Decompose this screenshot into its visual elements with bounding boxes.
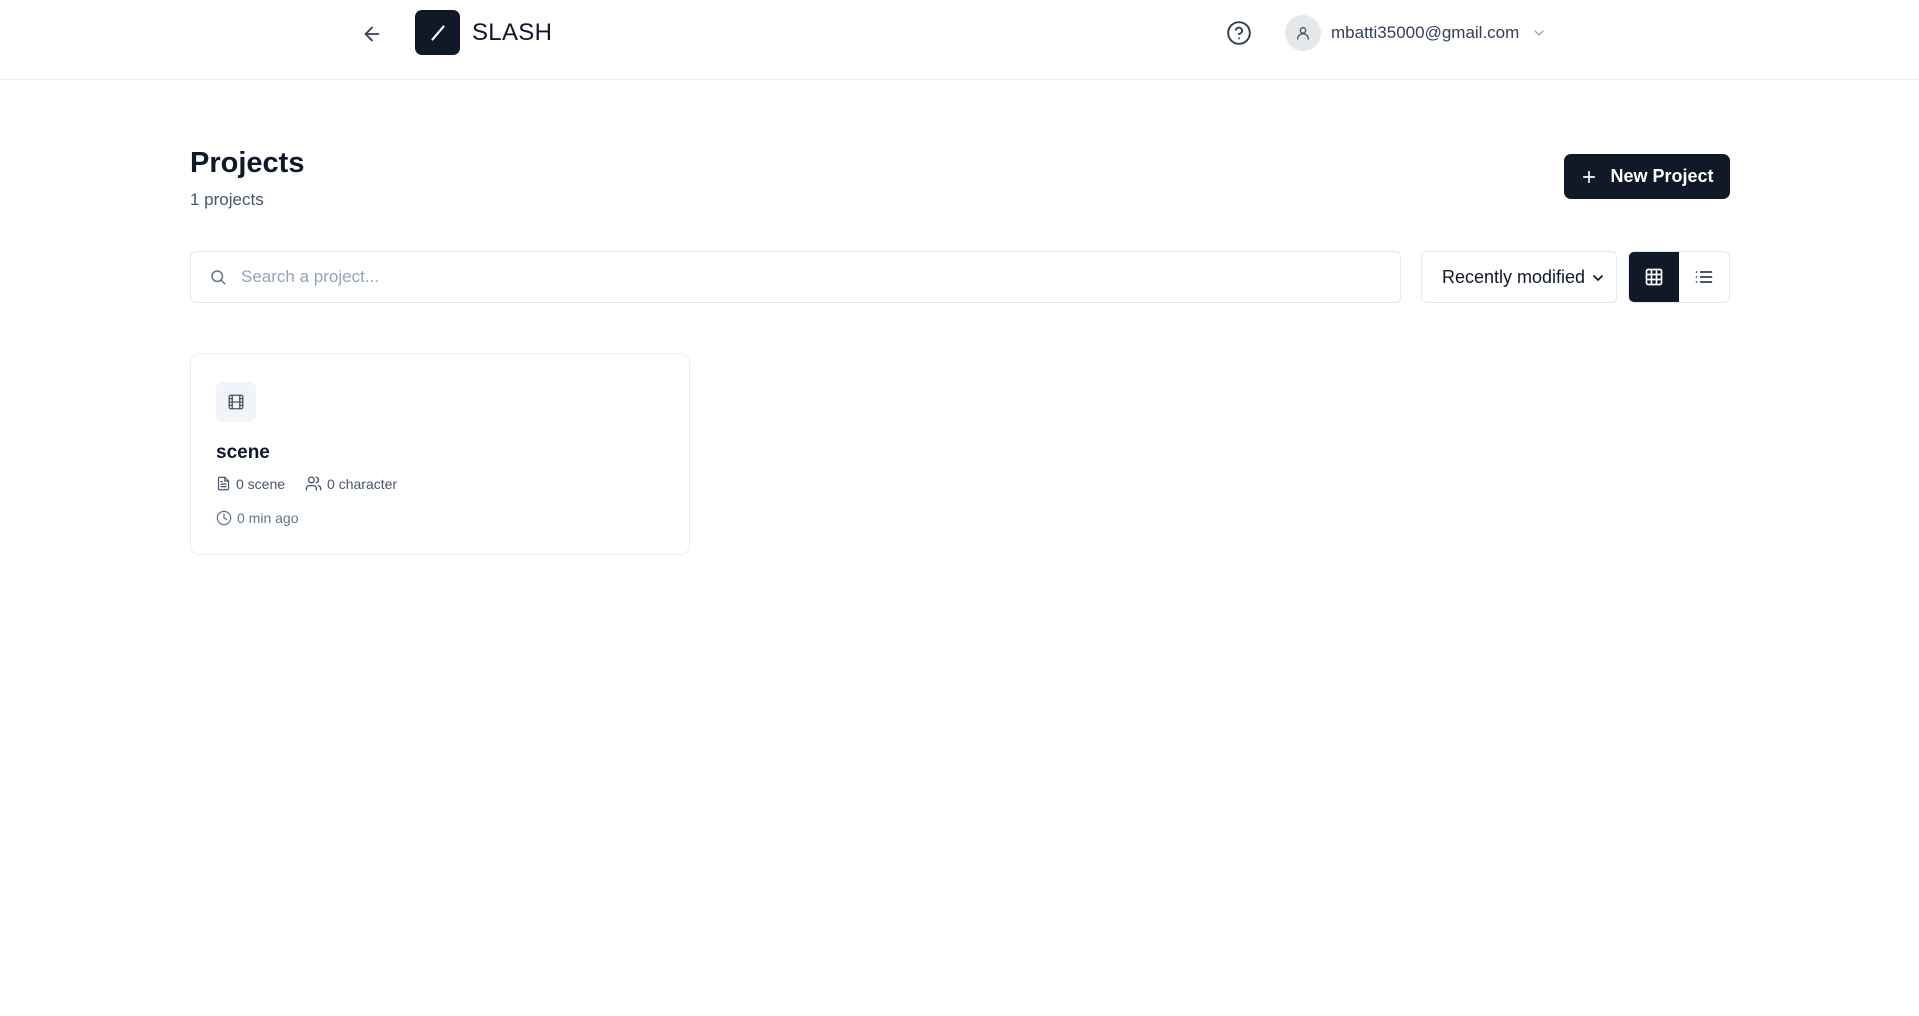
chevron-down-icon: [1531, 25, 1547, 41]
scene-count: 0 scene: [216, 476, 285, 492]
search-icon: [209, 268, 227, 286]
slash-logo-icon: [430, 24, 445, 41]
file-text-icon: [217, 476, 230, 491]
new-project-button[interactable]: New Project: [1564, 154, 1730, 199]
character-count: 0 character: [305, 475, 397, 492]
user-icon: [1297, 27, 1309, 40]
arrow-left-icon: [364, 26, 380, 42]
avatar: [1285, 15, 1321, 51]
plus-icon: [1580, 168, 1598, 186]
slash-logo[interactable]: [415, 10, 460, 55]
grid-view-button[interactable]: [1629, 252, 1679, 302]
scene-count-label: 0 scene: [236, 475, 286, 492]
user-menu[interactable]: mbatti35000@gmail.com: [1285, 15, 1547, 51]
view-mode-toggle: [1628, 251, 1730, 303]
top-navbar: SLASH mbatti35000@gmail.com: [0, 0, 1919, 80]
project-name: scene: [216, 442, 270, 463]
brand-name: SLASH: [472, 19, 553, 46]
sort-selected-value: Recently modified: [1442, 266, 1586, 287]
users-icon: [305, 476, 322, 491]
chevron-down-icon: [1590, 270, 1606, 286]
search-input[interactable]: [241, 267, 1341, 287]
help-circle-icon: [1227, 21, 1251, 45]
page-title: Projects: [190, 147, 305, 179]
search-field[interactable]: [190, 251, 1401, 303]
list-view-button[interactable]: [1679, 252, 1729, 302]
back-button[interactable]: [356, 18, 388, 50]
film-icon: [216, 382, 256, 422]
new-project-label: New Project: [1610, 166, 1714, 186]
character-count-label: 0 character: [327, 475, 398, 492]
project-modified: 0 min ago: [216, 510, 298, 526]
user-email: mbatti35000@gmail.com: [1331, 23, 1520, 42]
grid-icon: [1645, 268, 1663, 286]
sort-select[interactable]: Recently modified: [1421, 251, 1617, 303]
project-card[interactable]: scene 0 scene 0 character 0 min ago: [190, 353, 690, 555]
list-icon: [1695, 271, 1713, 283]
project-meta: 0 scene 0 character: [216, 475, 417, 492]
project-count: 1 projects: [190, 190, 264, 209]
clock-icon: [216, 510, 232, 526]
modified-label: 0 min ago: [237, 510, 299, 526]
help-button[interactable]: [1224, 18, 1254, 48]
